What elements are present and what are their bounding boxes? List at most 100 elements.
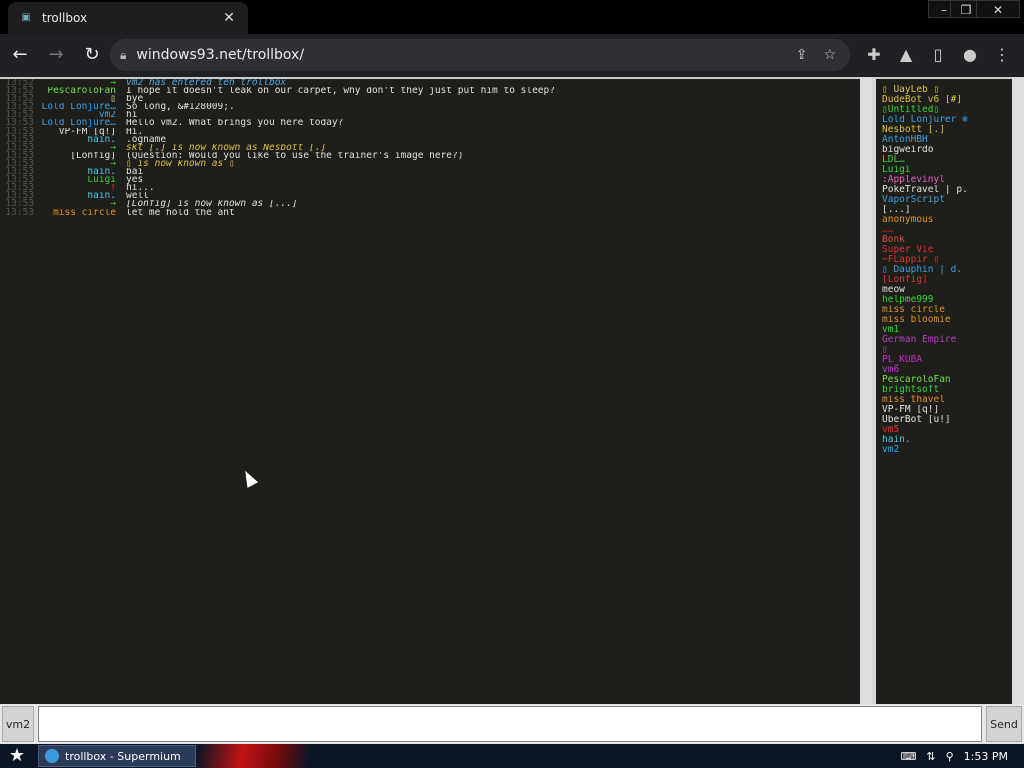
tab-trollbox[interactable]: ▣ trollbox ✕ — [8, 2, 248, 34]
search-icon[interactable]: ⚲ — [946, 750, 954, 763]
taskbar-item-trollbox[interactable]: trollbox - Supermium — [38, 745, 196, 767]
message-text: vm2 has entered teh trollbox — [126, 79, 287, 88]
message-nick[interactable]: → — [38, 144, 126, 152]
bookmark-star-icon[interactable]: ☆ — [823, 47, 836, 63]
message-nick[interactable]: hain. — [38, 168, 126, 176]
user-list-item[interactable]: AntonHBH — [882, 135, 1012, 145]
address-bar[interactable]: 🔒︎ windows93.net/trollbox/ ⇪ ☆ — [110, 39, 850, 71]
sidepanel-icon[interactable]: ▯ — [926, 43, 950, 67]
extensions-icon[interactable]: ✚ — [862, 43, 886, 67]
trollbox-favicon-icon: ▣ — [21, 12, 31, 23]
share-icon[interactable]: ⇪ — [796, 47, 808, 63]
network-icon[interactable]: ⇅ — [926, 750, 935, 763]
user-list-item[interactable]: ▯ UayLeb ▯ — [882, 85, 1012, 95]
user-list-item[interactable]: PokeTravel | p. — [882, 185, 1012, 195]
user-list-item[interactable]: vm6 — [882, 365, 1012, 375]
user-list-item[interactable]: miss circle — [882, 305, 1012, 315]
user-list-item[interactable]: PL_KUBA — [882, 355, 1012, 365]
message-nick[interactable]: [Lonfig] — [38, 152, 126, 160]
chat-message: 13:52 PescaroloFan I hope it doesn't leak … — [0, 86, 872, 96]
chat-log[interactable]: 13:52 → vm2 has entered teh trollbox 13:52 P… — [0, 77, 872, 704]
user-list-item[interactable]: VaporScript — [882, 195, 1012, 205]
nick-button[interactable]: vm2 — [2, 706, 34, 742]
message-input[interactable] — [38, 706, 982, 742]
message-nick[interactable]: vm2 — [38, 111, 126, 119]
user-list-item[interactable]: DudeBot v6 [#] — [882, 95, 1012, 105]
user-list-item[interactable]: Lold Lonjurer ❄ — [882, 115, 1012, 125]
user-list-item[interactable]: Luigi — [882, 165, 1012, 175]
user-list-item[interactable]: [...] — [882, 205, 1012, 215]
send-button[interactable]: Send — [986, 706, 1022, 742]
message-nick[interactable]: Lold Lonjure… — [38, 103, 126, 111]
user-list-item[interactable]: Nesbott [.] — [882, 125, 1012, 135]
message-text: (Question: Would you like to use the tra… — [126, 151, 464, 160]
user-list-item[interactable]: bigweirdo — [882, 145, 1012, 155]
chat-message: 13:53 hain. well — [0, 191, 872, 201]
user-list-item[interactable]: VP-FM [q!] — [882, 405, 1012, 415]
user-list-item[interactable]: …… — [882, 225, 1012, 235]
user-list-item[interactable]: PescaroloFan — [882, 375, 1012, 385]
message-nick[interactable]: Lold Lonjure… — [38, 119, 126, 127]
user-list-item[interactable]: German Empire — [882, 335, 1012, 345]
supermium-icon — [45, 749, 59, 763]
chat-scrollbar[interactable] — [860, 77, 872, 704]
user-list-item[interactable]: miss thavel — [882, 395, 1012, 405]
user-list-item[interactable]: hain. — [882, 435, 1012, 445]
message-text: So long, &#128009;. — [126, 103, 235, 112]
taskbar: ★ trollbox - Supermium ⌨ ⇅ ⚲ 1:53 PM — [0, 744, 1024, 768]
user-list-item[interactable]: vm5 — [882, 425, 1012, 435]
chat-message: 13:53 Lold Lonjure… Hello vm2. What brings… — [0, 118, 872, 128]
back-arrow-icon[interactable]: ← — [4, 39, 36, 71]
chat-message: 13:52 Lold Lonjure… So long, &#128009;. — [0, 102, 872, 112]
message-nick[interactable]: ▯ — [38, 95, 126, 103]
taskbar-item-label: trollbox - Supermium — [65, 749, 181, 763]
user-list-item[interactable]: vm1 — [882, 325, 1012, 335]
message-nick[interactable]: → — [38, 200, 126, 208]
taskbar-decoration — [198, 744, 308, 768]
user-list-item[interactable]: Bonk — [882, 235, 1012, 245]
user-list-item[interactable]: ~FLappir ▯ — [882, 255, 1012, 265]
user-list-item[interactable]: helpme999 — [882, 295, 1012, 305]
user-list-item[interactable]: miss bloomie — [882, 315, 1012, 325]
start-star-icon[interactable]: ★ — [0, 744, 34, 768]
profile-avatar-icon[interactable]: ● — [958, 43, 982, 67]
tab-bar: ▣ trollbox ✕ – ❐ ✕ — [0, 0, 1024, 34]
message-text: well — [126, 192, 149, 201]
user-list-item[interactable]: UberBot [u!] — [882, 415, 1012, 425]
user-list-item[interactable]: LDL… — [882, 155, 1012, 165]
menu-dots-icon[interactable]: ⋮ — [990, 43, 1014, 67]
message-nick[interactable]: → — [38, 160, 126, 168]
clock[interactable]: 1:53 PM — [964, 750, 1008, 763]
message-nick[interactable]: hain. — [38, 136, 126, 144]
message-nick[interactable]: VP-FM [q!] — [38, 128, 126, 136]
user-list-item[interactable]: vm2 — [882, 445, 1012, 455]
forward-arrow-icon[interactable]: → — [40, 39, 72, 71]
userlist-scrollbar[interactable] — [1012, 77, 1024, 704]
user-list-item[interactable]: ▯ Dauphin | d. — [882, 265, 1012, 275]
labs-icon[interactable]: ▲ — [894, 43, 918, 67]
message-text: bai — [126, 168, 144, 177]
reload-icon[interactable]: ↻ — [76, 39, 108, 71]
user-list[interactable]: ▯ UayLeb ▯ DudeBot v6 [#] ▯Untitled▯ Lold L… — [872, 77, 1012, 704]
chat-message: 13:52 ▯ bye — [0, 94, 872, 104]
message-nick[interactable]: ! — [38, 184, 126, 192]
user-list-item[interactable]: ▯ — [882, 345, 1012, 355]
url-text[interactable]: windows93.net/trollbox/ — [136, 47, 304, 63]
message-nick[interactable]: Luigi — [38, 176, 126, 184]
user-list-item[interactable]: brightsoft — [882, 385, 1012, 395]
message-nick[interactable]: hain. — [38, 192, 126, 200]
window-close-button[interactable]: ✕ — [976, 0, 1020, 18]
user-list-item[interactable]: Super Vie — [882, 245, 1012, 255]
message-nick[interactable]: miss circle — [38, 209, 126, 217]
keyboard-icon[interactable]: ⌨ — [901, 750, 917, 763]
user-list-item[interactable]: meow — [882, 285, 1012, 295]
system-tray: ⌨ ⇅ ⚲ 1:53 PM — [901, 750, 1024, 763]
user-list-item[interactable]: anonymous — [882, 215, 1012, 225]
message-text: Hi. — [126, 127, 144, 136]
message-nick[interactable]: → — [38, 79, 126, 87]
message-nick[interactable]: PescaroloFan — [38, 87, 126, 95]
user-list-item[interactable]: [Lonfig] — [882, 275, 1012, 285]
user-list-item[interactable]: :Applevinyl — [882, 175, 1012, 185]
tab-close-icon[interactable]: ✕ — [220, 10, 238, 26]
user-list-item[interactable]: ▯Untitled▯ — [882, 105, 1012, 115]
